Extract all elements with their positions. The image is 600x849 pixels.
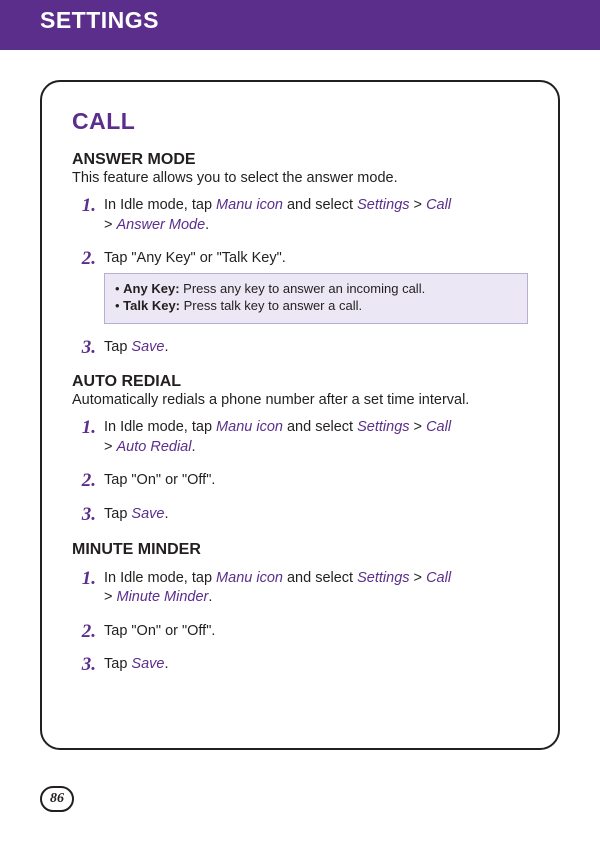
note-talk-key-label: Talk Key: [123, 298, 180, 313]
list-item: 3. Tap Save. [100, 338, 528, 358]
note-any-key-label: Any Key: [123, 281, 179, 296]
step-text: In Idle mode, tap [104, 197, 216, 213]
kw-auto-redial: Auto Redial [117, 439, 192, 455]
answer-mode-intro: This feature allows you to select the an… [72, 170, 528, 186]
page-body: CALL ANSWER MODE This feature allows you… [0, 50, 600, 770]
step-number: 1. [72, 415, 96, 441]
step-number: 1. [72, 566, 96, 592]
step-number: 2. [72, 468, 96, 494]
list-item: 2. Tap "Any Key" or "Talk Key". • Any Ke… [100, 249, 528, 324]
step-text: . [205, 217, 209, 233]
step-number: 3. [72, 335, 96, 361]
step-text: and select [283, 570, 357, 586]
section-title: CALL [72, 108, 528, 135]
kw-call: Call [426, 197, 451, 213]
kw-call: Call [426, 419, 451, 435]
step-text: . [191, 439, 195, 455]
bullet: • [115, 298, 123, 313]
list-item: 1. In Idle mode, tap Manu icon and selec… [100, 569, 528, 608]
step-number: 2. [72, 619, 96, 645]
auto-redial-heading: AUTO REDIAL [72, 373, 528, 391]
list-item: 1. In Idle mode, tap Manu icon and selec… [100, 418, 528, 457]
kw-settings: Settings [357, 419, 409, 435]
note-talk-key-text: Press talk key to answer a call. [180, 298, 362, 313]
kw-settings: Settings [357, 570, 409, 586]
kw-manu-icon: Manu icon [216, 197, 283, 213]
bullet: • [115, 281, 123, 296]
minute-minder-heading: MINUTE MINDER [72, 541, 528, 559]
kw-settings: Settings [357, 197, 409, 213]
step-text: > [410, 570, 427, 586]
auto-redial-steps: 1. In Idle mode, tap Manu icon and selec… [72, 418, 528, 524]
step-text: . [164, 506, 168, 522]
content-panel: CALL ANSWER MODE This feature allows you… [40, 80, 560, 750]
kw-save: Save [131, 656, 164, 672]
step-number: 3. [72, 652, 96, 678]
answer-mode-steps: 1. In Idle mode, tap Manu icon and selec… [72, 196, 528, 357]
step-text: > [410, 419, 427, 435]
kw-answer-mode: Answer Mode [117, 217, 206, 233]
page-number-wrap: 86 [40, 786, 600, 812]
list-item: 3. Tap Save. [100, 655, 528, 675]
step-number: 1. [72, 193, 96, 219]
list-item: 2. Tap "On" or "Off". [100, 622, 528, 642]
step-text: Tap "On" or "Off". [104, 623, 215, 639]
page-header: SETTINGS [0, 0, 600, 50]
step-number: 2. [72, 246, 96, 272]
page-number: 86 [40, 786, 74, 812]
note-row: • Any Key: Press any key to answer an in… [115, 280, 517, 298]
step-text: Tap [104, 656, 131, 672]
step-text: and select [283, 197, 357, 213]
kw-call: Call [426, 570, 451, 586]
list-item: 3. Tap Save. [100, 505, 528, 525]
step-text: In Idle mode, tap [104, 570, 216, 586]
kw-save: Save [131, 339, 164, 355]
page-header-title: SETTINGS [40, 0, 159, 40]
step-number: 3. [72, 502, 96, 528]
step-text: Tap [104, 506, 131, 522]
step-text: > [104, 217, 117, 233]
answer-mode-heading: ANSWER MODE [72, 151, 528, 169]
kw-minute-minder: Minute Minder [117, 589, 209, 605]
note-row: • Talk Key: Press talk key to answer a c… [115, 297, 517, 315]
step-text: > [104, 589, 117, 605]
step-text: Tap [104, 339, 131, 355]
step-text: > [410, 197, 427, 213]
step-text: . [164, 339, 168, 355]
step-text: Tap "On" or "Off". [104, 472, 215, 488]
kw-save: Save [131, 506, 164, 522]
note-any-key-text: Press any key to answer an incoming call… [180, 281, 426, 296]
auto-redial-intro: Automatically redials a phone number aft… [72, 392, 528, 408]
minute-minder-steps: 1. In Idle mode, tap Manu icon and selec… [72, 569, 528, 675]
answer-mode-notebox: • Any Key: Press any key to answer an in… [104, 273, 528, 324]
step-text: and select [283, 419, 357, 435]
step-text: . [208, 589, 212, 605]
kw-manu-icon: Manu icon [216, 419, 283, 435]
list-item: 2. Tap "On" or "Off". [100, 471, 528, 491]
step-text: . [164, 656, 168, 672]
list-item: 1. In Idle mode, tap Manu icon and selec… [100, 196, 528, 235]
step-text: > [104, 439, 117, 455]
step-text: Tap "Any Key" or "Talk Key". [104, 250, 286, 266]
step-text: In Idle mode, tap [104, 419, 216, 435]
kw-manu-icon: Manu icon [216, 570, 283, 586]
